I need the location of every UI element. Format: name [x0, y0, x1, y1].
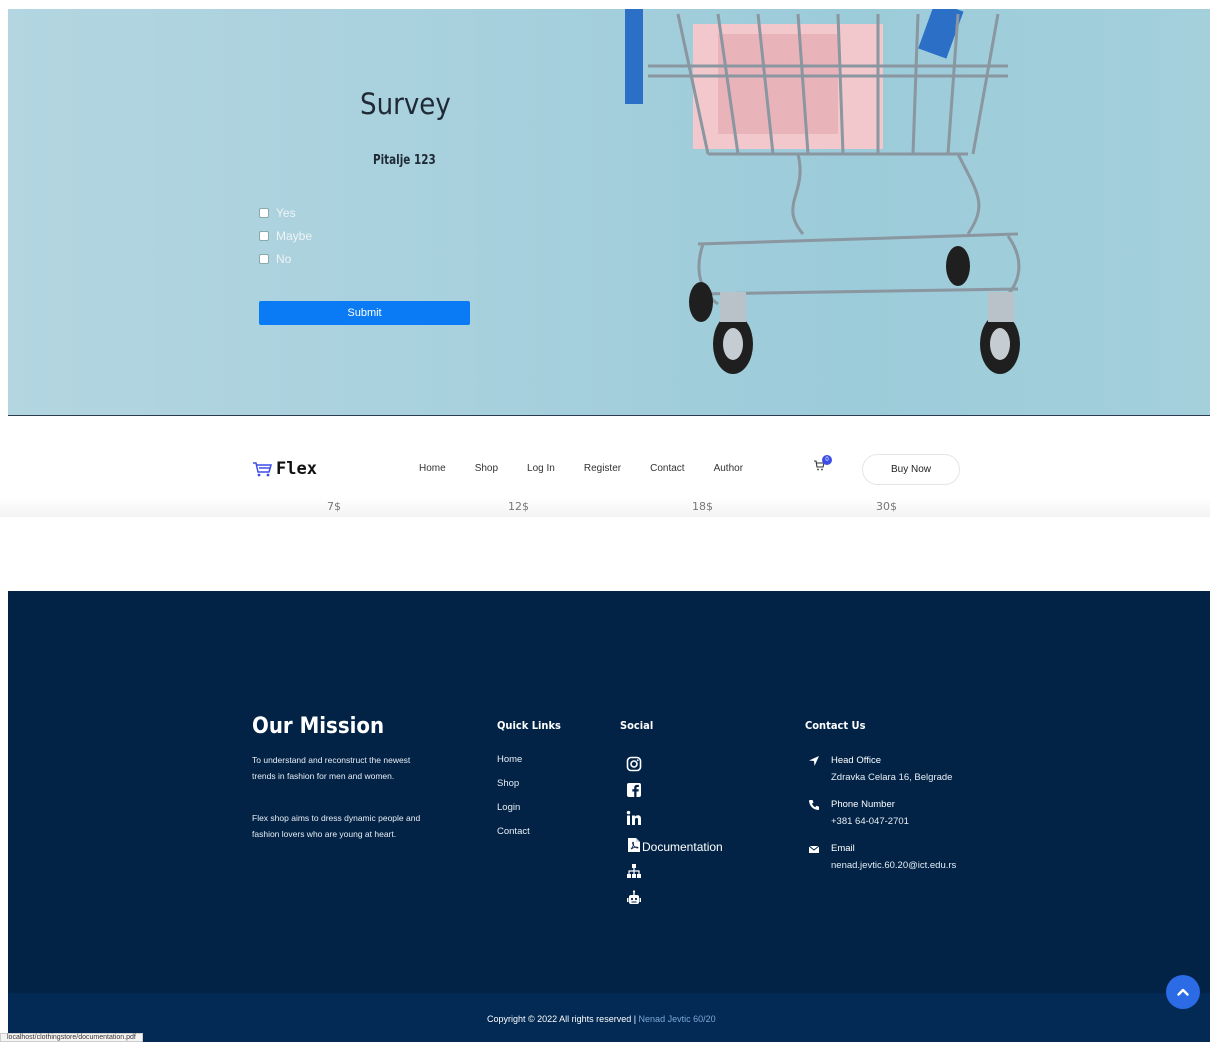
robot-icon[interactable]	[626, 890, 642, 906]
nav-home[interactable]: Home	[419, 463, 446, 474]
facebook-icon[interactable]	[626, 782, 642, 798]
mission-text-2: Flex shop aims to dress dynamic people a…	[252, 813, 421, 839]
price-item: 18$	[692, 500, 713, 513]
sitemap-icon[interactable]	[626, 863, 642, 879]
browser-status-url: localhost/clothingstore/documentation.pd…	[0, 1033, 143, 1042]
pdf-icon[interactable]	[626, 837, 642, 853]
buy-now-button[interactable]: Buy Now	[862, 454, 960, 485]
nav-login[interactable]: Log In	[527, 463, 555, 474]
site-header: Flex Home Shop Log In Register Contact A…	[0, 417, 1210, 497]
office-address: Zdravka Celara 16, Belgrade	[831, 772, 953, 783]
logo[interactable]: Flex	[252, 459, 317, 479]
phone-label: Phone Number	[831, 799, 895, 810]
phone-number: +381 64-047-2701	[831, 816, 909, 827]
documentation-link[interactable]: Documentation	[642, 840, 723, 854]
checkbox-maybe[interactable]	[259, 231, 269, 241]
footer-link-home[interactable]: Home	[497, 754, 522, 765]
linkedin-icon[interactable]	[626, 810, 642, 826]
phone-icon	[809, 800, 819, 810]
survey-hero: Survey Pitalje 123 Yes Maybe No Submit	[8, 9, 1210, 416]
submit-button[interactable]: Submit	[259, 301, 470, 325]
quick-links-title: Quick Links	[497, 719, 561, 732]
location-arrow-icon	[809, 756, 819, 766]
survey-question: Pitalje 123	[373, 153, 436, 168]
nav-contact[interactable]: Contact	[650, 463, 684, 474]
footer-link-login[interactable]: Login	[497, 802, 520, 813]
checkbox-no[interactable]	[259, 254, 269, 264]
logo-text: Flex	[276, 459, 317, 479]
checkbox-yes[interactable]	[259, 208, 269, 218]
option-no[interactable]: No	[259, 252, 291, 266]
instagram-icon[interactable]	[626, 756, 642, 772]
contact-title: Contact Us	[805, 719, 866, 732]
email-label: Email	[831, 843, 855, 854]
nav-shop[interactable]: Shop	[475, 463, 498, 474]
option-no-label: No	[276, 252, 292, 266]
copyright: Copyright © 2022 All rights reserved | N…	[487, 1014, 716, 1024]
mission-text-1: To understand and reconstruct the newest…	[252, 755, 411, 781]
author-link[interactable]: Nenad Jevtic 60/20	[639, 1014, 716, 1024]
chevron-up-icon	[1177, 988, 1189, 996]
footer-link-contact[interactable]: Contact	[497, 826, 530, 837]
footer-link-shop[interactable]: Shop	[497, 778, 519, 789]
office-label: Head Office	[831, 755, 881, 766]
main-nav: Home Shop Log In Register Contact Author	[419, 463, 772, 474]
option-yes-label: Yes	[276, 206, 296, 220]
scroll-to-top-button[interactable]	[1166, 975, 1200, 1009]
price-strip	[0, 497, 1210, 517]
option-maybe-label: Maybe	[276, 229, 313, 243]
mission-title: Our Mission	[252, 714, 385, 739]
price-item: 7$	[327, 500, 341, 513]
envelope-icon	[808, 845, 820, 853]
nav-author[interactable]: Author	[714, 463, 743, 474]
cart-logo-icon	[253, 462, 272, 477]
site-footer	[8, 591, 1210, 1042]
option-maybe[interactable]: Maybe	[259, 229, 312, 243]
social-title: Social	[620, 719, 654, 732]
survey-title: Survey	[360, 87, 451, 121]
option-yes[interactable]: Yes	[259, 206, 296, 220]
shopping-cart-image	[625, 9, 1021, 374]
cart-count-badge: 0	[822, 455, 832, 465]
copyright-text: Copyright © 2022 All rights reserved |	[487, 1014, 639, 1024]
price-item: 12$	[508, 500, 529, 513]
email-address[interactable]: nenad.jevtic.60.20@ict.edu.rs	[831, 860, 956, 871]
price-item: 30$	[876, 500, 897, 513]
nav-register[interactable]: Register	[584, 463, 621, 474]
